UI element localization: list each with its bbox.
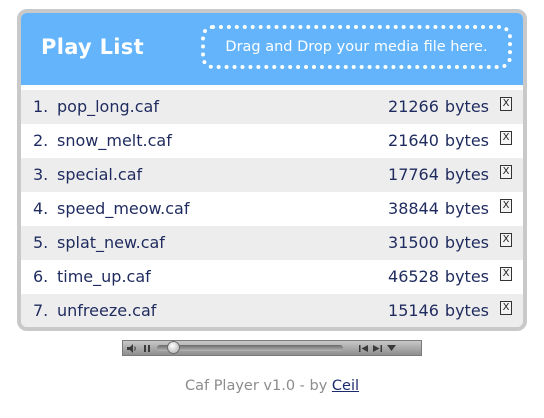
item-number: 6. <box>33 267 49 286</box>
remove-button[interactable]: X <box>500 233 512 247</box>
item-size: 21266 bytes <box>388 97 489 116</box>
playlist-item[interactable]: 6. time_up.caf 46528 bytes X <box>21 260 523 294</box>
remove-button[interactable]: X <box>500 165 512 179</box>
remove-button[interactable]: X <box>500 301 512 315</box>
playlist-title: Play List <box>41 35 144 59</box>
remove-button[interactable]: X <box>500 199 512 213</box>
item-size: 17764 bytes <box>388 165 489 184</box>
remove-button[interactable]: X <box>500 131 512 145</box>
item-filename: time_up.caf <box>57 267 151 286</box>
rewind-button[interactable] <box>356 341 370 355</box>
item-size-value: 17764 <box>388 165 439 184</box>
item-filename: snow_melt.caf <box>57 131 172 150</box>
item-number: 7. <box>33 301 49 320</box>
item-filename: speed_meow.caf <box>57 199 190 218</box>
item-number: 3. <box>33 165 49 184</box>
author-link[interactable]: Ceil <box>332 378 359 394</box>
footer-credit: Caf Player v1.0 - by <box>184 378 332 394</box>
item-size-value: 15146 <box>388 301 439 320</box>
item-size-value: 31500 <box>388 233 439 252</box>
playlist-item[interactable]: 2. snow_melt.caf 21640 bytes X <box>21 124 523 158</box>
item-size-unit: bytes <box>444 199 489 218</box>
item-size: 21640 bytes <box>388 131 489 150</box>
remove-button[interactable]: X <box>500 97 512 111</box>
item-size-value: 38844 <box>388 199 439 218</box>
fast-forward-button[interactable] <box>370 341 384 355</box>
volume-button[interactable] <box>126 341 138 355</box>
item-size: 46528 bytes <box>388 267 489 286</box>
item-size-unit: bytes <box>444 165 489 184</box>
drop-zone[interactable]: Drag and Drop your media file here. <box>201 25 512 69</box>
remove-button[interactable]: X <box>500 267 512 281</box>
item-number: 2. <box>33 131 49 150</box>
fast-forward-icon <box>372 344 382 352</box>
playlist-item[interactable]: 3. special.caf 17764 bytes X <box>21 158 523 192</box>
rewind-icon <box>358 344 368 352</box>
item-filename: splat_new.caf <box>57 233 165 252</box>
item-number: 1. <box>33 97 49 116</box>
item-size-unit: bytes <box>444 267 489 286</box>
seek-knob[interactable] <box>167 341 181 354</box>
footer: Caf Player v1.0 - by Ceil <box>0 378 544 394</box>
playlist-item[interactable]: 1. pop_long.caf 21266 bytes X <box>21 90 523 124</box>
item-size: 38844 bytes <box>388 199 489 218</box>
item-size-unit: bytes <box>444 301 489 320</box>
menu-button[interactable] <box>384 341 398 355</box>
item-filename: pop_long.caf <box>57 97 159 116</box>
playlist-header: Play List Drag and Drop your media file … <box>21 13 523 85</box>
playlist: 1. pop_long.caf 21266 bytes X 2. snow_melt.caf… <box>21 90 523 327</box>
playlist-item[interactable]: 7. unfreeze.caf 15146 bytes X <box>21 294 523 327</box>
item-size: 15146 bytes <box>388 301 489 320</box>
item-filename: special.caf <box>57 165 143 184</box>
pause-button[interactable] <box>142 341 152 355</box>
item-size-value: 21266 <box>388 97 439 116</box>
dropdown-icon <box>386 345 396 351</box>
playlist-item[interactable]: 4. speed_meow.caf 38844 bytes X <box>21 192 523 226</box>
audio-player <box>122 340 422 356</box>
pause-icon <box>144 344 150 352</box>
item-number: 4. <box>33 199 49 218</box>
item-size-unit: bytes <box>444 97 489 116</box>
item-size: 31500 bytes <box>388 233 489 252</box>
seek-bar[interactable] <box>157 341 343 354</box>
item-size-unit: bytes <box>444 131 489 150</box>
playlist-panel: Play List Drag and Drop your media file … <box>17 9 527 331</box>
item-size-unit: bytes <box>444 233 489 252</box>
item-filename: unfreeze.caf <box>57 301 157 320</box>
playlist-item[interactable]: 5. splat_new.caf 31500 bytes X <box>21 226 523 260</box>
item-size-value: 46528 <box>388 267 439 286</box>
item-number: 5. <box>33 233 49 252</box>
item-size-value: 21640 <box>388 131 439 150</box>
speaker-icon <box>127 343 136 353</box>
